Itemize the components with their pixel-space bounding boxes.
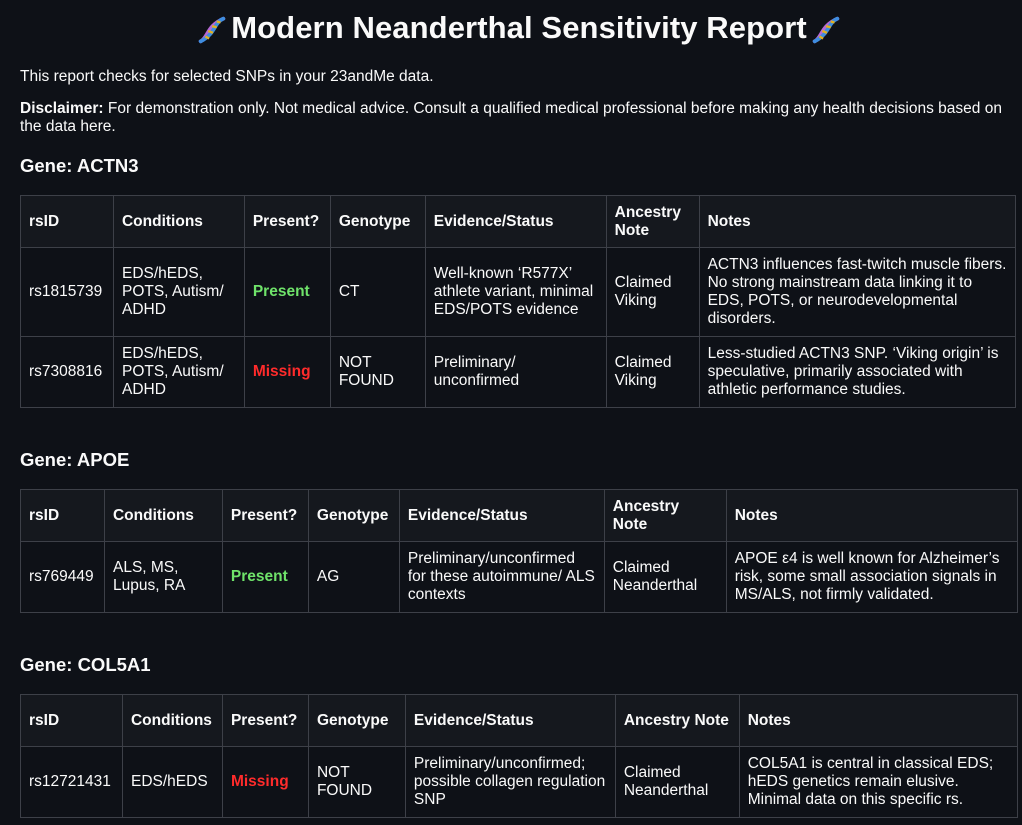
gene-table-col5a1: rsID Conditions Present? Genotype Eviden… xyxy=(20,694,1019,818)
intro-text: This report checks for selected SNPs in … xyxy=(20,68,434,85)
cell-evidence: Well-known ‘R577X’ athlete variant, mini… xyxy=(424,247,607,337)
col-header-rsid: rsID xyxy=(20,489,105,542)
col-header-genotype: Genotype xyxy=(307,489,400,542)
col-header-ancestry: Ancestry Note xyxy=(614,694,740,747)
cell-ancestry: Claimed Neanderthal xyxy=(614,746,740,818)
cell-ancestry: Claimed Viking xyxy=(605,336,700,408)
col-header-genotype: Genotype xyxy=(329,195,426,248)
table-header-row: rsID Conditions Present? Genotype Eviden… xyxy=(20,195,1017,248)
gene-heading-apoe: Gene: APOE xyxy=(20,449,130,470)
col-header-rsid: rsID xyxy=(20,195,114,248)
cell-rsid: rs7308816 xyxy=(20,336,114,408)
gene-heading-actn3: Gene: ACTN3 xyxy=(20,155,139,176)
cell-evidence: Preliminary/unconfirmed; possible collag… xyxy=(404,746,616,818)
cell-genotype: NOT FOUND xyxy=(307,746,406,818)
table-header-row: rsID Conditions Present? Genotype Eviden… xyxy=(20,489,1019,542)
table-row: rs1815739 EDS/hEDS, POTS, Autism/ ADHD P… xyxy=(20,247,1017,337)
cell-conditions: EDS/hEDS, POTS, Autism/ ADHD xyxy=(112,247,245,337)
col-header-notes: Notes xyxy=(698,195,1017,248)
col-header-notes: Notes xyxy=(738,694,1019,747)
disclaimer-text: For demonstration only. Not medical advi… xyxy=(20,100,1002,135)
cell-genotype: AG xyxy=(307,541,400,613)
col-header-evidence: Evidence/Status xyxy=(424,195,607,248)
table-row: rs769449 ALS, MS, Lupus, RA Present AG P… xyxy=(20,541,1019,613)
page-title-text: Modern Neanderthal Sensitivity Report xyxy=(231,10,807,45)
col-header-present: Present? xyxy=(221,694,309,747)
dna-icon xyxy=(198,16,226,44)
col-header-evidence: Evidence/Status xyxy=(398,489,605,542)
col-header-notes: Notes xyxy=(725,489,1019,542)
col-header-conditions: Conditions xyxy=(112,195,245,248)
cell-conditions: EDS/hEDS, POTS, Autism/ ADHD xyxy=(112,336,245,408)
dna-icon xyxy=(812,16,840,44)
cell-present-status: Present xyxy=(221,541,309,613)
report-page: Modern Neanderthal Sensitivity Report Th… xyxy=(20,0,1019,818)
cell-evidence: Preliminary/unconfirmed for these autoim… xyxy=(398,541,605,613)
cell-evidence: Preliminary/ unconfirmed xyxy=(424,336,607,408)
cell-notes: ACTN3 influences fast-twitch muscle fibe… xyxy=(698,247,1017,337)
cell-notes: Less-studied ACTN3 SNP. ‘Viking origin’ … xyxy=(698,336,1017,408)
disclaimer-label: Disclaimer: xyxy=(20,100,104,117)
cell-rsid: rs769449 xyxy=(20,541,105,613)
gene-table-apoe: rsID Conditions Present? Genotype Eviden… xyxy=(20,489,1019,613)
cell-genotype: CT xyxy=(329,247,426,337)
col-header-conditions: Conditions xyxy=(121,694,223,747)
page-title: Modern Neanderthal Sensitivity Report xyxy=(20,0,1018,52)
cell-present-status: Missing xyxy=(221,746,309,818)
col-header-genotype: Genotype xyxy=(307,694,406,747)
col-header-rsid: rsID xyxy=(20,694,123,747)
table-row: rs7308816 EDS/hEDS, POTS, Autism/ ADHD M… xyxy=(20,336,1017,408)
cell-notes: COL5A1 is central in classical EDS; hEDS… xyxy=(738,746,1019,818)
table-header-row: rsID Conditions Present? Genotype Eviden… xyxy=(20,694,1019,747)
col-header-evidence: Evidence/Status xyxy=(404,694,616,747)
col-header-conditions: Conditions xyxy=(103,489,223,542)
cell-conditions: EDS/hEDS xyxy=(121,746,223,818)
gene-heading-col5a1: Gene: COL5A1 xyxy=(20,654,151,675)
table-row: rs12721431 EDS/hEDS Missing NOT FOUND Pr… xyxy=(20,746,1019,818)
col-header-present: Present? xyxy=(243,195,331,248)
cell-ancestry: Claimed Viking xyxy=(605,247,700,337)
cell-genotype: NOT FOUND xyxy=(329,336,426,408)
col-header-ancestry: Ancestry Note xyxy=(605,195,700,248)
cell-rsid: rs12721431 xyxy=(20,746,123,818)
cell-present-status: Present xyxy=(243,247,331,337)
cell-conditions: ALS, MS, Lupus, RA xyxy=(103,541,223,613)
cell-present-status: Missing xyxy=(243,336,331,408)
cell-ancestry: Claimed Neanderthal xyxy=(603,541,727,613)
disclaimer: Disclaimer: For demonstration only. Not … xyxy=(20,100,1018,136)
col-header-ancestry: Ancestry Note xyxy=(603,489,727,542)
cell-notes: APOE ε4 is well known for Alzheimer’s ri… xyxy=(725,541,1019,613)
gene-table-actn3: rsID Conditions Present? Genotype Eviden… xyxy=(20,195,1017,408)
col-header-present: Present? xyxy=(221,489,309,542)
cell-rsid: rs1815739 xyxy=(20,247,114,337)
